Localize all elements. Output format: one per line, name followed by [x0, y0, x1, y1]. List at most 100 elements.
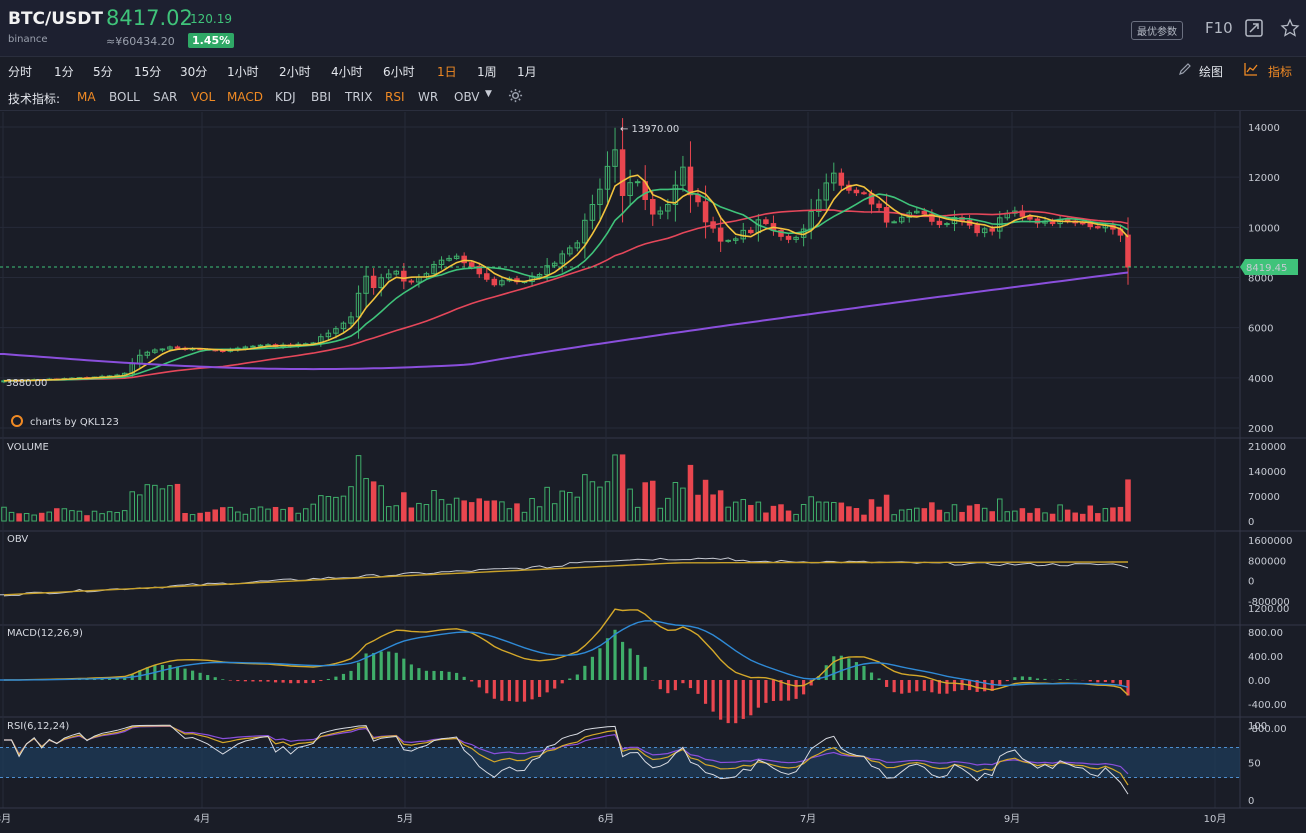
- candle: [174, 346, 181, 349]
- macd-tick-label: 0.00: [1248, 676, 1270, 687]
- volume-bar: [846, 506, 852, 522]
- candle: [785, 235, 792, 240]
- macd-tick-label: 800.00: [1248, 628, 1283, 639]
- volume-bar: [883, 494, 890, 522]
- volume-bar: [778, 504, 784, 522]
- volume-bar: [876, 506, 882, 522]
- rsi-tick-label: 0: [1248, 796, 1254, 807]
- volume-bar: [966, 505, 973, 522]
- volume-bar: [514, 503, 520, 522]
- y-tick-label: 10000: [1248, 223, 1280, 234]
- candle: [989, 228, 995, 232]
- volume-bar: [989, 511, 995, 522]
- candle: [725, 239, 731, 242]
- volume-bar: [695, 494, 701, 522]
- volume-bar: [785, 510, 792, 522]
- volume-bar: [710, 494, 716, 522]
- volume-bar: [182, 512, 188, 522]
- y-tick-label: 8000: [1248, 274, 1273, 285]
- macd-tick-label: -400.00: [1248, 700, 1287, 711]
- candle: [936, 220, 943, 226]
- candle: [1079, 222, 1086, 225]
- volume-bar: [1049, 513, 1056, 522]
- volume-bar: [476, 498, 483, 522]
- volume-bar: [220, 507, 226, 522]
- candle: [702, 201, 709, 223]
- volume-bar: [287, 507, 294, 522]
- volume-bar: [461, 500, 467, 522]
- chart-canvas[interactable]: 3月4月5月6月7月9月10月1400012000100008000600040…: [0, 0, 1306, 833]
- last-price-label: 8419.45: [1246, 263, 1287, 274]
- candle: [461, 255, 467, 264]
- volume-bar: [717, 490, 724, 522]
- volume-title: VOLUME: [7, 442, 49, 453]
- candle: [468, 262, 475, 267]
- volume-bar: [861, 514, 867, 522]
- volume-tick-label: 210000: [1248, 442, 1286, 453]
- volume-bar: [491, 500, 498, 522]
- candle: [491, 278, 498, 286]
- macd-tick-label: 1200.00: [1248, 604, 1289, 615]
- y-tick-label: 12000: [1248, 173, 1280, 184]
- chart-watermark: charts by QKL123: [30, 417, 119, 428]
- volume-bar: [649, 480, 656, 522]
- volume-bar: [921, 508, 928, 522]
- volume-tick-label: 140000: [1248, 467, 1286, 478]
- volume-bar: [763, 512, 769, 522]
- volume-bar: [642, 482, 648, 522]
- candle: [1087, 222, 1094, 228]
- volume-bar: [1125, 479, 1131, 522]
- candle: [1095, 226, 1101, 229]
- candle: [861, 192, 867, 195]
- volume-bar: [748, 504, 754, 522]
- x-tick-label: 10月: [1204, 813, 1227, 825]
- rsi-tick-label: 100: [1248, 721, 1267, 732]
- volume-bar: [84, 515, 90, 522]
- volume-bar: [1087, 505, 1094, 522]
- candle: [717, 227, 724, 242]
- x-tick-label: 3月: [0, 813, 11, 825]
- candle: [876, 203, 882, 209]
- candle: [853, 189, 860, 194]
- y-tick-label: 6000: [1248, 324, 1273, 335]
- candle: [763, 219, 769, 225]
- candle: [619, 149, 626, 196]
- volume-bar: [174, 483, 181, 522]
- volume-tick-label: 70000: [1248, 492, 1280, 503]
- low-price-annotation: 3880.00: [6, 378, 47, 389]
- y-tick-label: 2000: [1248, 424, 1273, 435]
- volume-bar: [1064, 509, 1071, 522]
- x-tick-label: 9月: [1004, 813, 1020, 825]
- volume-bar: [1079, 513, 1086, 522]
- y-tick-label: 4000: [1248, 374, 1273, 385]
- candle: [838, 172, 845, 186]
- volume-bar: [838, 502, 845, 522]
- volume-bar: [702, 479, 709, 522]
- volume-bar: [1027, 512, 1033, 522]
- volume-bar: [16, 513, 22, 522]
- volume-bar: [868, 499, 875, 522]
- candle: [1125, 234, 1131, 268]
- candle: [250, 345, 256, 348]
- y-tick-label: 14000: [1248, 123, 1280, 134]
- volume-bar: [1019, 508, 1026, 522]
- high-price-annotation: ← 13970.00: [620, 124, 679, 135]
- volume-bar: [1095, 513, 1101, 522]
- volume-bar: [370, 481, 377, 522]
- volume-bar: [212, 509, 218, 522]
- x-tick-label: 5月: [397, 813, 413, 825]
- volume-bar: [197, 512, 203, 522]
- candle: [649, 198, 656, 215]
- rsi-title: RSI(6,12,24): [7, 721, 69, 732]
- volume-bar: [974, 504, 980, 522]
- volume-bar: [54, 508, 60, 522]
- obv-tick-label: 800000: [1248, 556, 1286, 567]
- volume-bar: [204, 511, 211, 522]
- candle: [921, 210, 928, 215]
- volume-bar: [687, 464, 694, 522]
- candle: [883, 207, 890, 223]
- volume-tick-label: 0: [1248, 517, 1254, 528]
- candle: [748, 229, 754, 234]
- candle: [484, 273, 490, 280]
- volume-bar: [38, 512, 45, 522]
